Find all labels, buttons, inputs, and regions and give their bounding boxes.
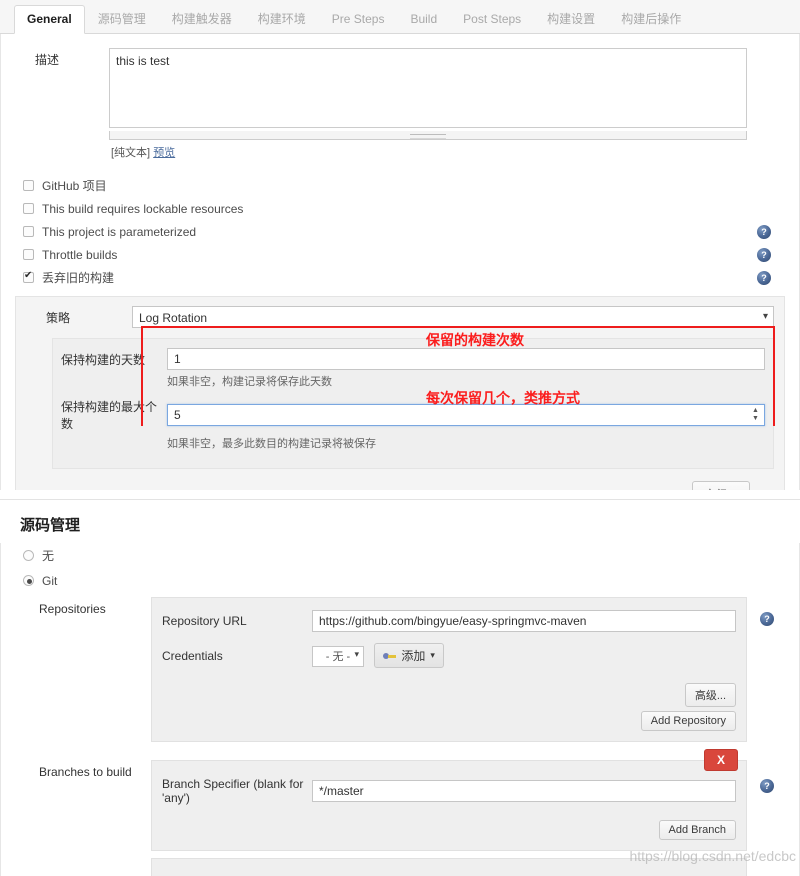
tab-general[interactable]: General: [14, 5, 85, 34]
branch-buttons: Add Branch: [162, 816, 736, 840]
strategy-row: 策略 Log Rotation: [26, 306, 774, 328]
description-input[interactable]: [109, 48, 747, 128]
general-panel: 描述 [纯文本] 预览 GitHub 项目 This build require…: [0, 34, 800, 490]
description-label: 描述: [35, 53, 60, 67]
strategy-select-value: Log Rotation: [139, 311, 208, 325]
checkbox-label: This build requires lockable resources: [42, 201, 244, 216]
tab-build-environment[interactable]: 构建环境: [245, 5, 319, 33]
branches-group: X Branch Specifier (blank for 'any') Add…: [151, 749, 774, 851]
branches-row: Branches to build X Branch Specifier (bl…: [1, 749, 799, 851]
checkbox-label: Throttle builds: [42, 247, 118, 262]
config-tabbar: General 源码管理 构建触发器 构建环境 Pre Steps Build …: [0, 0, 800, 34]
preview-link[interactable]: 预览: [153, 147, 175, 159]
branch-specifier-row: Branch Specifier (blank for 'any'): [162, 777, 736, 805]
radio-row-git[interactable]: Git: [1, 568, 799, 593]
tab-build-triggers[interactable]: 构建触发器: [159, 5, 245, 33]
repositories-group: Repository URL Credentials - 无 - 添加: [151, 597, 774, 742]
checkbox-row-github-project[interactable]: GitHub 项目: [1, 174, 799, 197]
checkbox-label: This project is parameterized: [42, 224, 197, 239]
help-icon[interactable]: ?: [760, 779, 774, 793]
general-options-list: GitHub 项目 This build requires lockable r…: [1, 174, 799, 289]
chevron-down-icon: ▾: [430, 650, 435, 660]
checkbox-row-throttle-builds[interactable]: Throttle builds ?: [1, 243, 799, 266]
credentials-select-value: - 无 -: [325, 651, 351, 663]
description-row: 描述 [纯文本] 预览: [1, 48, 799, 160]
days-to-keep-row: 保持构建的天数: [61, 348, 765, 370]
radio-label: Git: [42, 573, 58, 588]
repositories-row: Repositories Repository URL Credentials …: [1, 593, 799, 742]
help-icon[interactable]: ?: [760, 612, 774, 626]
add-credentials-button[interactable]: 添加 ▾: [374, 643, 444, 668]
max-builds-help: 如果非空，最多此数目的构建记录将被保存: [167, 438, 376, 450]
description-markup-hint: [纯文本] 预览: [109, 140, 747, 160]
plaintext-label: [纯文本]: [111, 147, 151, 159]
max-builds-row: 保持构建的最大个数 ▲▼: [61, 398, 765, 432]
checkbox-label: 丢弃旧的构建: [42, 271, 115, 285]
branch-specifier-input[interactable]: [312, 780, 736, 802]
credentials-row: Credentials - 无 - 添加 ▾: [162, 643, 736, 668]
discard-strategy-block: 策略 Log Rotation 保持构建的天数 如果非空，构建记录将保存此天数 …: [15, 296, 785, 490]
delete-branch-button[interactable]: X: [703, 749, 738, 771]
annotation-text-keep-each: 每次保留几个，类推方式: [426, 390, 580, 406]
tab-post-build-actions[interactable]: 构建后操作: [608, 5, 694, 33]
tab-post-steps[interactable]: Post Steps: [450, 5, 534, 33]
repository-advanced-button[interactable]: 高级...: [684, 683, 736, 707]
help-icon[interactable]: ?: [757, 270, 771, 285]
add-repository-button[interactable]: Add Repository: [640, 711, 736, 731]
repository-url-input[interactable]: [312, 610, 736, 632]
checkbox-row-lockable-resources[interactable]: This build requires lockable resources: [1, 197, 799, 220]
strategy-select[interactable]: Log Rotation: [132, 306, 774, 328]
textarea-resize-grip[interactable]: [109, 131, 747, 140]
checkbox-row-parameterized[interactable]: This project is parameterized ?: [1, 220, 799, 243]
add-branch-button[interactable]: Add Branch: [658, 820, 736, 840]
tab-source-management[interactable]: 源码管理: [85, 5, 159, 33]
days-to-keep-input[interactable]: [167, 348, 765, 370]
radio-scm-git[interactable]: [23, 575, 34, 586]
advanced-button[interactable]: 高级...: [691, 481, 750, 490]
tab-pre-steps[interactable]: Pre Steps: [319, 5, 398, 33]
radio-row-none[interactable]: 无: [1, 543, 799, 568]
credentials-label: Credentials: [162, 648, 223, 663]
repository-url-label: Repository URL: [162, 614, 247, 628]
credentials-select[interactable]: - 无 -: [312, 645, 364, 667]
key-icon: [383, 651, 397, 660]
section-title: 源码管理: [20, 517, 81, 534]
checkbox-discard-old-builds[interactable]: [23, 270, 34, 283]
strategy-label: 策略: [46, 310, 71, 325]
checkbox-parameterized[interactable]: [23, 226, 34, 237]
days-to-keep-help: 如果非空，构建记录将保存此天数: [167, 376, 332, 388]
add-credentials-label: 添加: [401, 649, 426, 663]
source-management-section: 源码管理 无 Git Repositories Repository URL C…: [0, 499, 800, 876]
max-builds-label: 保持构建的最大个数: [61, 400, 158, 431]
number-stepper-icon[interactable]: ▲ ▼: [751, 407, 760, 423]
checkbox-lockable-resources[interactable]: [23, 203, 34, 214]
radio-scm-none[interactable]: [23, 550, 34, 561]
advanced-row: 高级...: [26, 469, 774, 490]
checkbox-row-discard-old-builds[interactable]: 丢弃旧的构建 ?: [1, 266, 799, 289]
scm-body: 无 Git Repositories Repository URL Creden…: [0, 543, 800, 876]
checkbox-label: GitHub 项目: [42, 179, 107, 193]
checkbox-throttle-builds[interactable]: [23, 249, 34, 260]
help-icon[interactable]: ?: [757, 224, 771, 239]
days-to-keep-label: 保持构建的天数: [61, 352, 146, 367]
tab-build[interactable]: Build: [397, 5, 450, 33]
branches-label: Branches to build: [39, 765, 132, 779]
annotation-text-retention-count: 保留的构建次数: [426, 332, 524, 348]
next-group-placeholder: [151, 858, 747, 876]
repository-buttons: 高级... Add Repository: [162, 679, 736, 731]
help-icon[interactable]: ?: [757, 247, 771, 262]
branch-specifier-label: Branch Specifier (blank for 'any'): [162, 777, 304, 805]
tab-build-settings[interactable]: 构建设置: [534, 5, 608, 33]
checkbox-github-project[interactable]: [23, 180, 34, 191]
radio-label: 无: [42, 549, 55, 563]
repositories-label: Repositories: [39, 602, 106, 616]
repository-url-row: Repository URL: [162, 610, 736, 632]
log-rotation-fields: 保持构建的天数 如果非空，构建记录将保存此天数 保持构建的最大个数 ▲▼ 如果非…: [52, 338, 774, 469]
